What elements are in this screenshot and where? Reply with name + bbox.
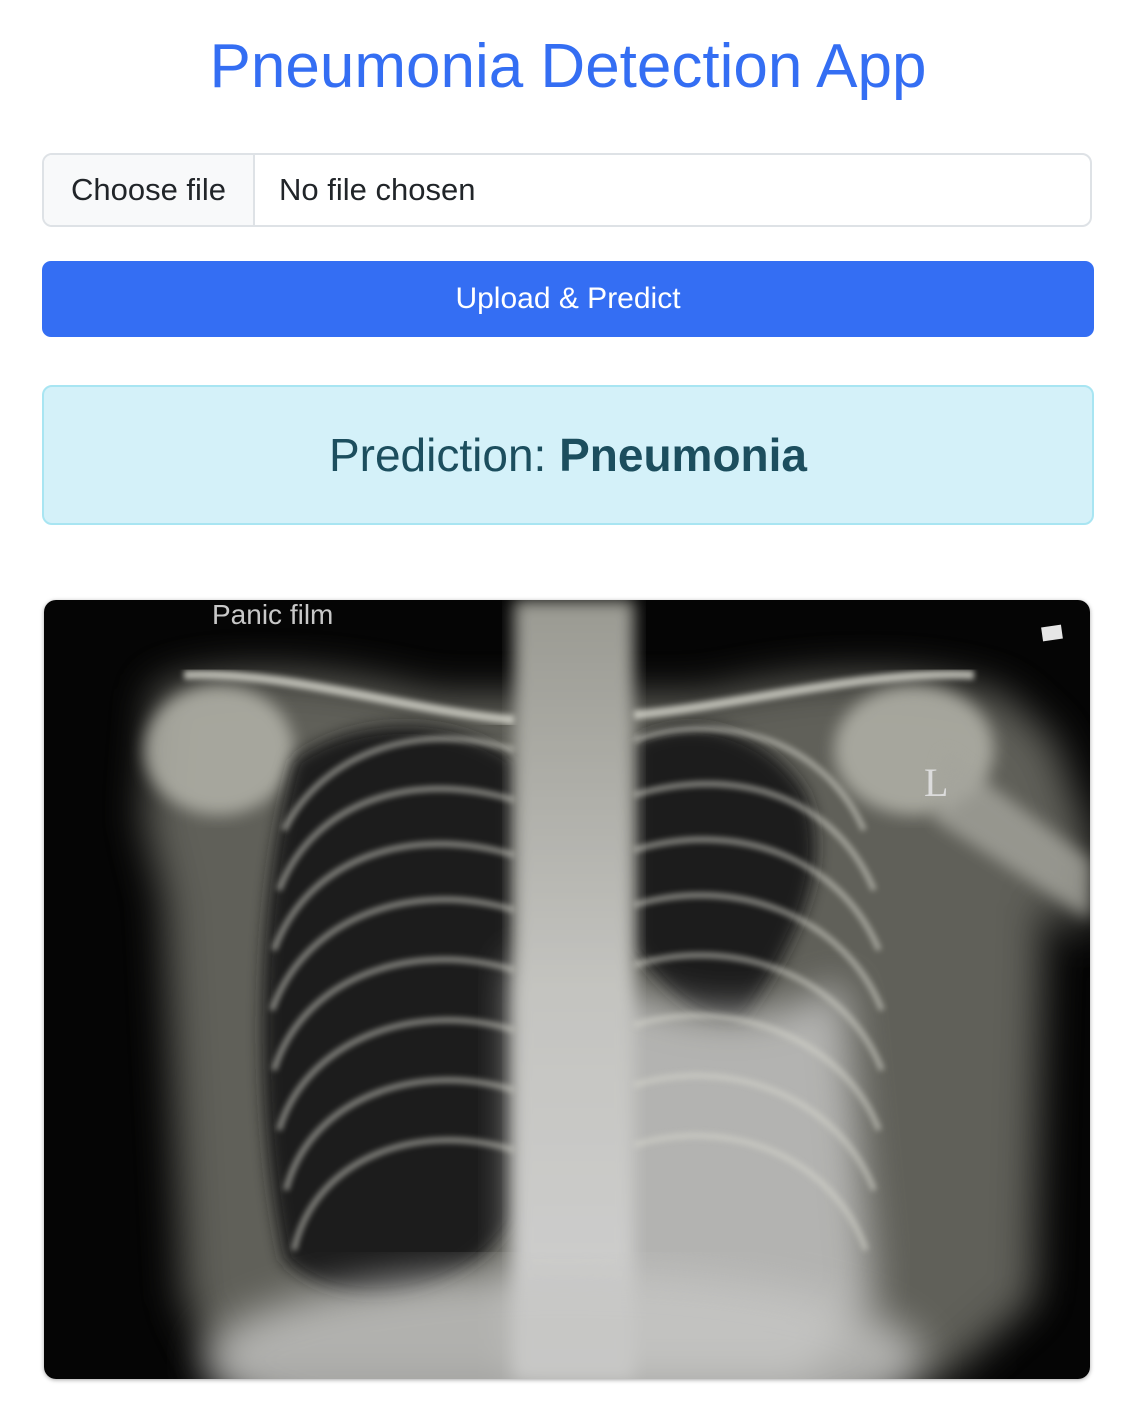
- xray-side-marker: L: [924, 760, 948, 805]
- xray-image: Panic film L: [44, 600, 1090, 1379]
- file-status-text: No file chosen: [279, 172, 476, 207]
- prediction-value: Pneumonia: [559, 429, 808, 481]
- film-marker-icon: [1041, 624, 1063, 642]
- choose-file-button[interactable]: Choose file: [44, 155, 255, 225]
- upload-predict-button[interactable]: Upload & Predict: [42, 261, 1094, 337]
- file-input[interactable]: Choose file No file chosen: [42, 153, 1092, 227]
- page-title: Pneumonia Detection App: [209, 32, 927, 101]
- xray-caption: Panic film: [212, 600, 333, 630]
- prediction-alert: Prediction: Pneumonia: [42, 385, 1094, 525]
- prediction-label: Prediction:: [328, 429, 547, 481]
- page: Pneumonia Detection App Choose file No f…: [0, 0, 1130, 1414]
